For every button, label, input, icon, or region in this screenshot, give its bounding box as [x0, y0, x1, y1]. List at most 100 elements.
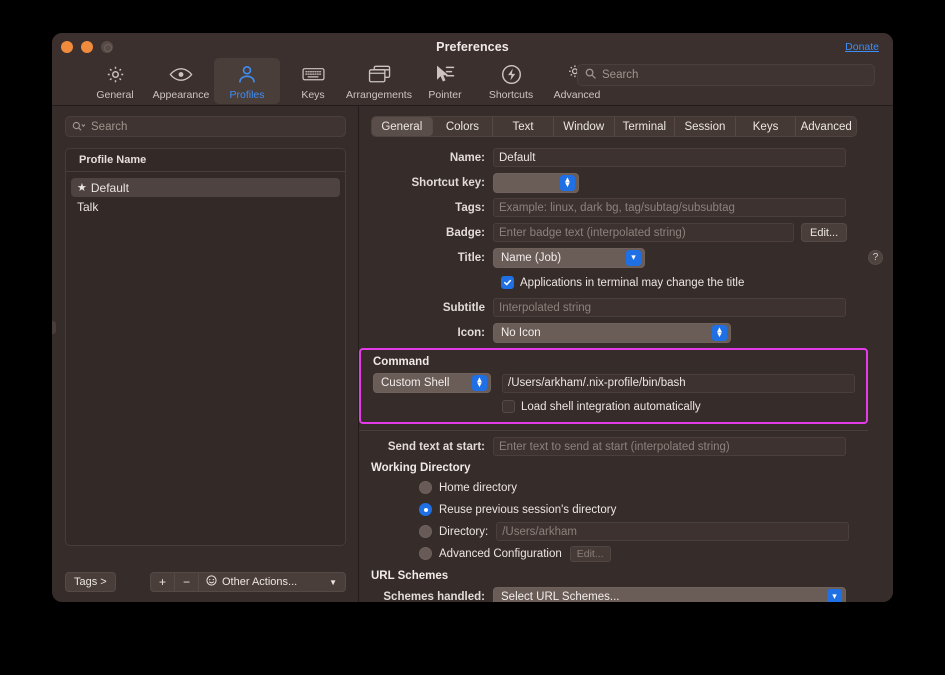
badge-label: Badge:: [446, 226, 485, 239]
toolbar-item-label: Profiles: [229, 89, 265, 101]
donate-link[interactable]: Donate: [845, 41, 879, 53]
cursor-icon: [434, 62, 456, 86]
toolbar-item-label: Keys: [301, 89, 325, 101]
subtitle-row: Subtitle Interpolated string: [371, 298, 883, 317]
toolbar-item-shortcuts[interactable]: Shortcuts: [478, 58, 544, 104]
add-profile-button[interactable]: +: [151, 573, 175, 591]
toolbar-item-appearance[interactable]: Appearance: [148, 58, 214, 104]
title-help-button[interactable]: ?: [868, 250, 883, 265]
working-directory-title: Working Directory: [371, 462, 471, 474]
tab-session[interactable]: Session: [675, 117, 736, 136]
actions-circle-icon: [206, 575, 217, 589]
gear-icon: [105, 62, 126, 86]
profile-search-placeholder: Search: [91, 120, 128, 133]
toolbar-item-keys[interactable]: Keys: [280, 58, 346, 104]
command-path-input[interactable]: /Users/arkham/.nix-profile/bin/bash: [502, 373, 855, 393]
toolbar-search-field[interactable]: Search: [577, 64, 875, 86]
toolbar-item-label: General: [96, 89, 134, 101]
shortcut-key-dropdown[interactable]: ▲ ▼: [493, 172, 579, 193]
tags-button[interactable]: Tags >: [65, 572, 116, 592]
toolbar-item-general[interactable]: General: [82, 58, 148, 104]
toolbar-item-label: Arrangements: [346, 89, 412, 101]
badge-edit-button[interactable]: Edit...: [801, 223, 848, 242]
window-title: Preferences: [436, 40, 509, 54]
toolbar-item-label: Shortcuts: [488, 89, 534, 101]
wd-home-radio[interactable]: [419, 481, 432, 494]
divider: [359, 430, 868, 431]
profile-name: Default: [90, 180, 129, 195]
title-dropdown[interactable]: Name (Job) ▾: [493, 247, 645, 268]
preferences-toolbar: General Appearance Profiles Keys Arrange…: [82, 58, 610, 104]
bolt-icon: [501, 62, 522, 86]
wd-advanced-label: Advanced Configuration: [439, 547, 562, 560]
shortcut-key-row: Shortcut key: ▲ ▼: [371, 172, 883, 193]
wd-directory-label: Directory:: [439, 525, 489, 538]
icon-value: No Icon: [501, 326, 541, 339]
wd-reuse-label: Reuse previous session's directory: [439, 503, 617, 516]
send-text-input[interactable]: Enter text to send at start (interpolate…: [493, 437, 846, 456]
schemes-handled-value: Select URL Schemes...: [501, 590, 620, 603]
name-label: Name:: [449, 151, 485, 164]
wd-advanced-row: Advanced Configuration Edit...: [371, 544, 883, 563]
tab-general[interactable]: General: [372, 117, 433, 136]
tab-colors[interactable]: Colors: [433, 117, 494, 136]
profile-search-field[interactable]: Search: [65, 116, 346, 137]
toolbar-item-profiles[interactable]: Profiles: [214, 58, 280, 104]
icon-label: Icon:: [457, 326, 485, 339]
profiles-toolbar: Tags > + − Other Actions... ▼: [65, 572, 346, 592]
wd-advanced-edit-button[interactable]: Edit...: [569, 545, 611, 562]
load-shell-integration-label: Load shell integration automatically: [521, 400, 701, 413]
wd-directory-input[interactable]: /Users/arkham: [496, 522, 850, 541]
other-actions-menu[interactable]: Other Actions... ▼: [199, 573, 345, 591]
other-actions-label: Other Actions...: [222, 576, 298, 588]
tags-row: Tags: Example: linux, dark bg, tag/subta…: [371, 198, 883, 217]
wd-advanced-radio[interactable]: [419, 547, 432, 560]
toolbar-item-pointer[interactable]: Pointer: [412, 58, 478, 104]
wd-reuse-radio[interactable]: [419, 503, 432, 516]
keyboard-icon: [301, 62, 325, 86]
toolbar-search-placeholder: Search: [602, 69, 639, 81]
chevron-updown-icon: ▲ ▼: [472, 375, 487, 391]
wd-directory-radio[interactable]: [419, 525, 432, 538]
command-shell-row: Custom Shell ▲ ▼ /Users/arkham/.nix-profi…: [373, 373, 866, 393]
subtitle-input[interactable]: Interpolated string: [493, 298, 846, 317]
title-row: Title: Name (Job) ▾ ?: [371, 247, 883, 268]
eye-icon: [169, 62, 193, 86]
command-section-title: Command: [373, 356, 430, 368]
shell-type-value: Custom Shell: [381, 377, 450, 389]
shell-type-dropdown[interactable]: Custom Shell ▲ ▼: [373, 373, 491, 393]
toolbar-item-arrangements[interactable]: Arrangements: [346, 58, 412, 104]
default-profile-star-icon: ★: [77, 182, 87, 194]
toolbar-item-label: Advanced: [553, 89, 601, 101]
load-shell-integration-checkbox[interactable]: [502, 400, 515, 413]
schemes-handled-dropdown[interactable]: Select URL Schemes... ▾: [493, 586, 846, 603]
badge-input[interactable]: Enter badge text (interpolated string): [493, 223, 794, 242]
chevron-updown-icon: ▲ ▼: [560, 174, 575, 191]
window-resize-handle[interactable]: [52, 321, 56, 334]
badge-row: Badge: Enter badge text (interpolated st…: [371, 223, 883, 242]
list-item[interactable]: ★ Default: [71, 178, 340, 197]
general-form: Name: Default Shortcut key: ▲ ▼ Tags: Exa…: [359, 148, 883, 603]
schemes-handled-row: Schemes handled: Select URL Schemes... ▾: [371, 586, 883, 603]
tab-keys[interactable]: Keys: [736, 117, 797, 136]
title-label: Title:: [457, 251, 485, 264]
tab-window[interactable]: Window: [554, 117, 615, 136]
wd-home-row: Home directory: [371, 478, 883, 497]
profile-tabbar: General Colors Text Window Terminal Sess…: [371, 116, 857, 137]
tab-terminal[interactable]: Terminal: [615, 117, 676, 136]
apps-change-title-checkbox[interactable]: [501, 276, 514, 289]
chevron-down-icon: ▼: [329, 577, 337, 587]
schemes-handled-label: Schemes handled:: [383, 590, 485, 603]
tags-input[interactable]: Example: linux, dark bg, tag/subtag/subs…: [493, 198, 846, 217]
tab-text[interactable]: Text: [493, 117, 554, 136]
profile-actions-segment: + − Other Actions... ▼: [149, 572, 346, 592]
tab-advanced[interactable]: Advanced: [796, 117, 856, 136]
command-section: Command Custom Shell ▲ ▼ /Users/arkham/.n…: [359, 348, 868, 424]
send-text-row: Send text at start: Enter text to send a…: [371, 437, 883, 456]
screen: Preferences Donate General Appearance Pr…: [0, 0, 945, 675]
icon-dropdown[interactable]: No Icon ▲ ▼: [493, 322, 731, 343]
name-input[interactable]: Default: [493, 148, 846, 167]
profiles-column-header[interactable]: Profile Name: [66, 149, 345, 172]
remove-profile-button[interactable]: −: [175, 573, 199, 591]
list-item[interactable]: Talk: [71, 197, 340, 216]
